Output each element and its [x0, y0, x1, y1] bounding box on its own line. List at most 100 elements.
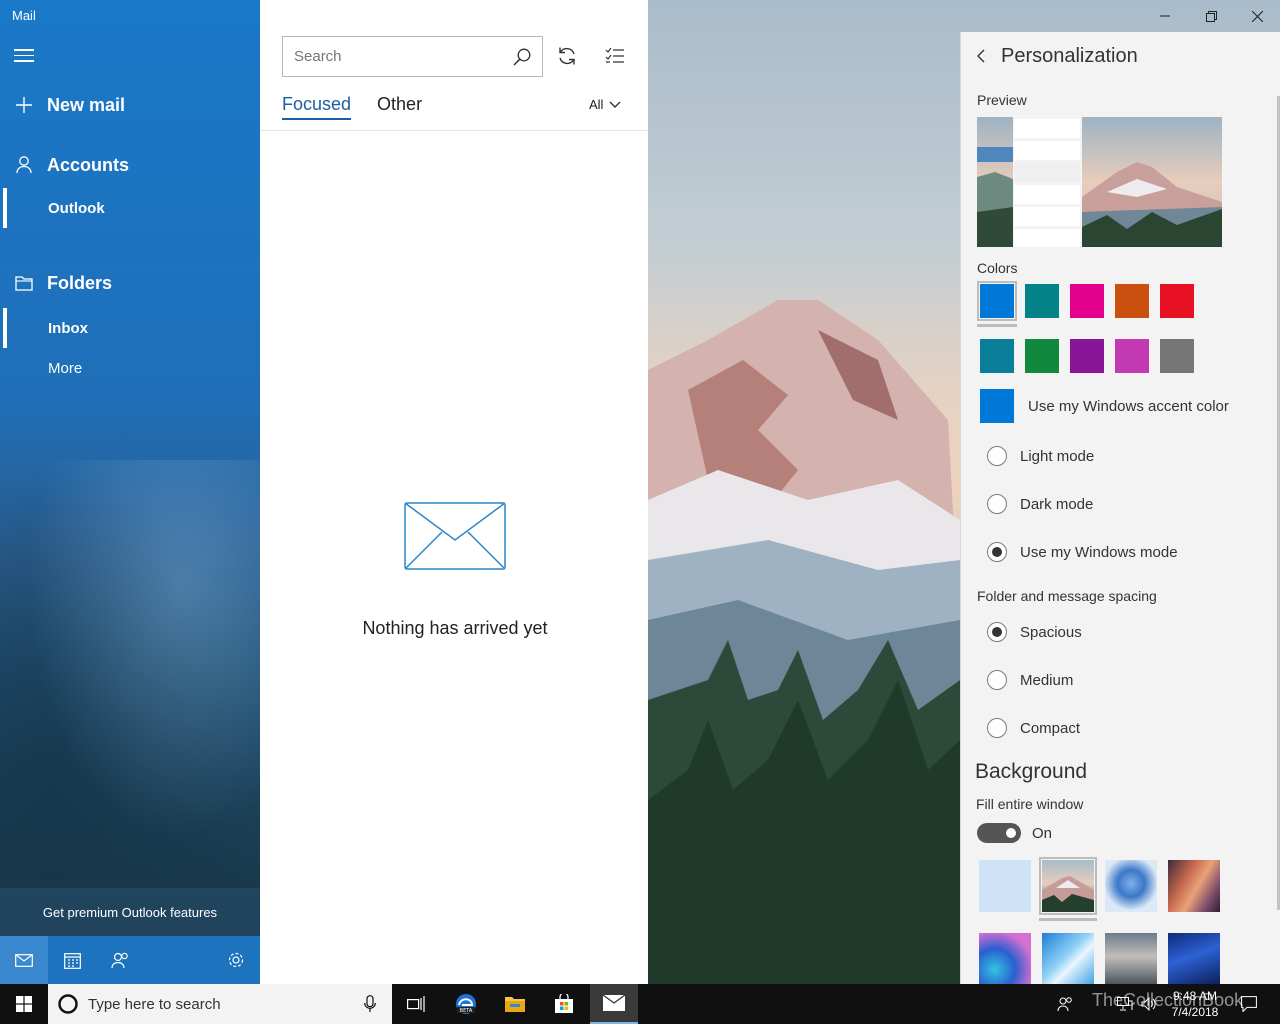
people-switch-button[interactable] — [96, 936, 144, 984]
color-swatch-8[interactable] — [1070, 339, 1104, 373]
background-thumb-blue-tree[interactable] — [1105, 860, 1157, 912]
chevron-left-icon — [977, 49, 985, 63]
minimize-button[interactable] — [1142, 0, 1188, 32]
radio-windows-mode[interactable]: Use my Windows mode — [987, 542, 1178, 562]
watermark-text: TheCollectionBook — [1092, 990, 1244, 1010]
start-button[interactable] — [0, 984, 48, 1024]
fill-window-toggle[interactable] — [977, 823, 1021, 843]
sync-button[interactable] — [549, 38, 585, 74]
store-button[interactable] — [540, 984, 588, 1024]
task-view-button[interactable] — [392, 984, 440, 1024]
mail-app-icon — [602, 994, 626, 1011]
people-tray-icon — [1057, 997, 1072, 1012]
radio-label: Spacious — [1020, 623, 1082, 641]
restore-icon — [1205, 10, 1217, 22]
color-swatch-1[interactable] — [980, 284, 1014, 318]
gear-icon — [228, 952, 244, 968]
radio-circle — [987, 718, 1007, 738]
preview-label: Preview — [977, 92, 1027, 108]
color-swatch-4[interactable] — [1115, 284, 1149, 318]
back-button[interactable] — [961, 32, 1001, 80]
person-icon — [15, 156, 32, 174]
new-mail-label: New mail — [47, 94, 126, 115]
background-thumb-lake[interactable] — [1105, 933, 1157, 984]
color-swatch-7[interactable] — [1025, 339, 1059, 373]
radio-circle — [987, 670, 1007, 690]
search-button[interactable] — [502, 38, 542, 76]
radio-spacious[interactable]: Spacious — [987, 622, 1082, 642]
background-thumb-mountain[interactable] — [1042, 860, 1094, 912]
search-box — [282, 36, 543, 77]
close-icon — [1251, 10, 1263, 22]
close-button[interactable] — [1234, 0, 1280, 32]
radio-dark-mode[interactable]: Dark mode — [987, 494, 1093, 514]
sync-icon — [559, 47, 575, 65]
hamburger-menu-icon[interactable] — [14, 46, 34, 64]
accent-color-swatch[interactable] — [980, 389, 1014, 423]
radio-light-mode[interactable]: Light mode — [987, 446, 1094, 466]
radio-circle — [987, 446, 1007, 466]
premium-link[interactable]: Get premium Outlook features — [0, 888, 260, 936]
plus-icon — [15, 97, 32, 113]
account-outlook[interactable]: Outlook — [0, 188, 260, 228]
svg-text:BETA: BETA — [460, 1008, 473, 1014]
inbox-tabs: Focused Other — [282, 94, 422, 120]
app-switcher-bar — [0, 936, 260, 984]
tab-other[interactable]: Other — [377, 94, 422, 120]
file-explorer-button[interactable] — [491, 984, 539, 1024]
color-swatch-5[interactable] — [1160, 284, 1194, 318]
notification-icon — [1241, 996, 1257, 1012]
radio-compact[interactable]: Compact — [987, 718, 1080, 738]
folder-inbox[interactable]: Inbox — [0, 308, 260, 348]
folders-button[interactable]: Folders — [0, 266, 260, 300]
new-mail-button[interactable]: New mail — [0, 88, 260, 122]
checklist-icon — [605, 47, 624, 63]
radio-circle-selected — [987, 542, 1007, 562]
color-swatch-6[interactable] — [980, 339, 1014, 373]
edge-beta-button[interactable]: BETA — [442, 984, 490, 1024]
accounts-label: Accounts — [47, 154, 130, 175]
calendar-icon — [63, 952, 81, 969]
windows-logo-icon — [16, 996, 32, 1012]
folder-more[interactable]: More — [0, 348, 260, 388]
selected-background-indicator — [1039, 918, 1097, 921]
color-swatch-2[interactable] — [1025, 284, 1059, 318]
fill-window-state: On — [1032, 825, 1053, 842]
folder-yellow-icon — [505, 997, 525, 1012]
microphone-icon[interactable] — [364, 995, 376, 1013]
background-thumb-abstract[interactable] — [979, 933, 1031, 984]
people-tray-button[interactable] — [1050, 984, 1080, 1024]
mail-taskbar-button[interactable] — [590, 984, 638, 1024]
empty-inbox-message: Nothing has arrived yet — [362, 618, 548, 638]
accent-color-label: Use my Windows accent color — [1028, 398, 1229, 415]
selection-mode-button[interactable] — [597, 38, 633, 74]
empty-envelope-icon — [404, 502, 506, 570]
personalization-flyout: Personalization Preview Colors Use my Wi… — [960, 32, 1280, 984]
filter-label: All — [589, 97, 604, 112]
filter-dropdown[interactable]: All — [589, 97, 621, 112]
navigation-pane: Mail New mail Accounts Outlook Folders I… — [0, 0, 260, 984]
background-thumb-light-blue[interactable] — [979, 860, 1031, 912]
calendar-switch-button[interactable] — [48, 936, 96, 984]
background-thumb-starlight[interactable] — [1168, 933, 1220, 984]
mail-switch-button[interactable] — [0, 936, 48, 984]
accounts-button[interactable]: Accounts — [0, 148, 260, 182]
tab-focused[interactable]: Focused — [282, 94, 352, 120]
task-view-icon — [407, 996, 425, 1012]
search-input[interactable] — [283, 37, 502, 76]
restore-button[interactable] — [1188, 0, 1234, 32]
mail-app: Mail New mail Accounts Outlook Folders I… — [0, 0, 1280, 984]
background-thumb-canyon[interactable] — [1168, 860, 1220, 912]
colors-label: Colors — [977, 260, 1018, 276]
taskbar-search-box[interactable]: Type here to search — [48, 984, 392, 1024]
flyout-header: Personalization — [961, 32, 1280, 80]
radio-medium[interactable]: Medium — [987, 670, 1073, 690]
taskbar-search-placeholder: Type here to search — [88, 995, 221, 1013]
folder-icon — [14, 275, 33, 291]
color-swatch-9[interactable] — [1115, 339, 1149, 373]
color-swatch-3[interactable] — [1070, 284, 1104, 318]
background-thumb-crystal[interactable] — [1042, 933, 1094, 984]
minimize-icon — [1160, 15, 1170, 17]
color-swatch-10[interactable] — [1160, 339, 1194, 373]
settings-button[interactable] — [212, 936, 260, 984]
